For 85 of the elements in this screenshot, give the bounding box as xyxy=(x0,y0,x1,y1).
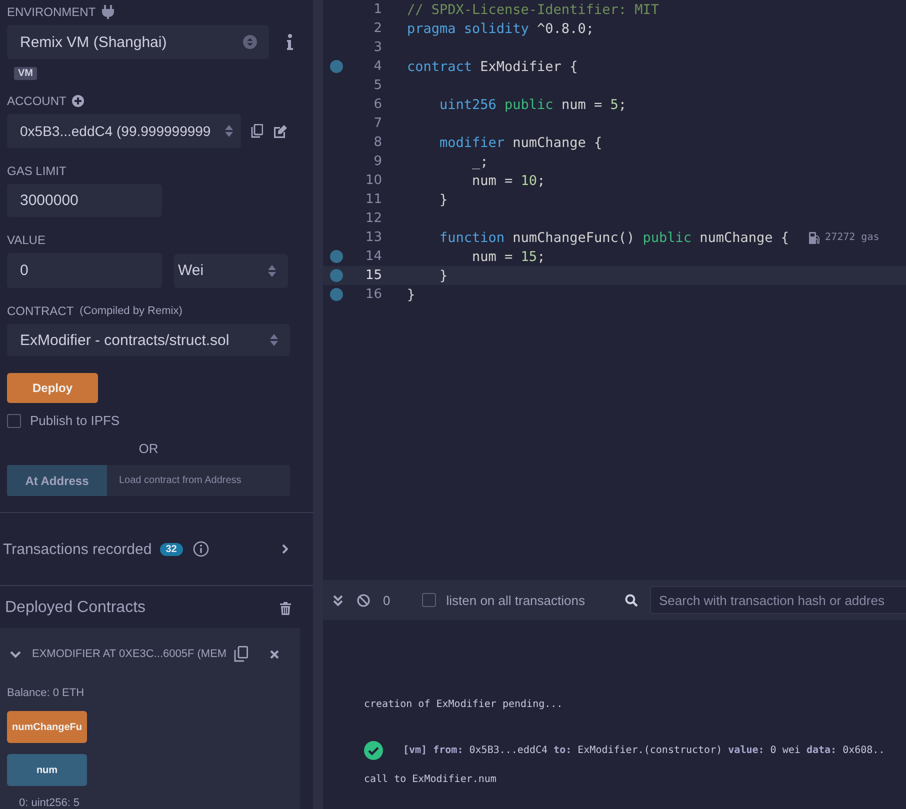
transaction-log[interactable]: [vm] from: 0x5B3...eddC4 to: ExModifier.(constructor) value: 0 wei data: 0x608.. xyxy=(403,745,885,756)
select-arrows-icon xyxy=(225,125,233,137)
log-message: creation of ExModifier pending... xyxy=(364,698,563,712)
code-line: _; xyxy=(471,154,488,170)
line-number: 1 xyxy=(372,2,382,17)
value-label: VALUE xyxy=(7,233,46,247)
count-badge: 32 xyxy=(160,542,183,556)
line-number: 8 xyxy=(372,135,382,150)
environment-select[interactable]: Remix VM (Shanghai) xyxy=(7,25,269,59)
code-line: num = 15; xyxy=(471,248,546,264)
line-number: 16 xyxy=(364,287,382,302)
code-line: modifier numChange { xyxy=(438,134,602,150)
line-number: 14 xyxy=(364,249,382,264)
code-line: pragma solidity ^0.8.0; xyxy=(407,20,594,36)
code-line: } xyxy=(438,268,448,284)
line-number: 7 xyxy=(372,116,382,131)
publish-checkbox[interactable] xyxy=(7,414,21,428)
info-circle-icon[interactable] xyxy=(192,541,209,558)
contract-label: CONTRACT xyxy=(7,304,74,318)
compiled-note: (Compiled by Remix) xyxy=(80,305,182,317)
select-arrows-icon xyxy=(270,334,278,346)
deployed-contracts-title: Deployed Contracts xyxy=(5,599,146,617)
gas-limit-field[interactable]: 3000000 xyxy=(7,184,162,217)
line-number: 9 xyxy=(372,154,382,169)
transactions-label: Transactions recorded xyxy=(3,540,152,558)
code-line: } xyxy=(438,192,448,208)
unit-select[interactable]: Wei xyxy=(174,254,288,288)
double-chevron-down-icon[interactable] xyxy=(333,594,343,606)
close-icon[interactable] xyxy=(270,650,279,658)
call-result: 0: uint256: 5 xyxy=(19,797,80,809)
edit-icon[interactable] xyxy=(273,124,287,138)
account-select[interactable]: 0x5B3...eddC4 (99.999999999 xyxy=(7,114,241,148)
line-number: 3 xyxy=(372,40,382,55)
code-line: function numChangeFunc() public numChange { xyxy=(438,230,790,246)
copy-icon[interactable] xyxy=(234,646,248,662)
gas-pump-icon xyxy=(809,232,820,244)
trash-icon[interactable] xyxy=(280,602,291,614)
or-text: OR xyxy=(138,441,158,456)
contract-select[interactable]: ExModifier - contracts/struct.sol xyxy=(7,324,290,356)
plug-icon xyxy=(102,5,114,19)
line-number: 15 xyxy=(364,268,382,283)
gas-estimate: 27272 gas xyxy=(825,232,880,243)
breakpoint-dot[interactable] xyxy=(330,288,343,301)
vm-badge: VM xyxy=(14,67,37,80)
function-button[interactable]: num xyxy=(7,754,87,786)
copy-icon[interactable] xyxy=(251,124,263,138)
breakpoint-dot[interactable] xyxy=(330,60,343,73)
breakpoint-dot[interactable] xyxy=(330,250,343,263)
plus-circle-icon[interactable] xyxy=(72,95,84,107)
log-message: call to ExModifier.num xyxy=(364,773,496,787)
listen-checkbox[interactable] xyxy=(422,593,436,607)
chevron-down-icon[interactable] xyxy=(10,650,21,658)
listen-label: listen on all transactions xyxy=(446,592,585,608)
line-number: 6 xyxy=(372,97,382,112)
line-number: 5 xyxy=(372,78,382,93)
instance-name[interactable]: EXMODIFIER AT 0XE3C...6005F (MEM xyxy=(32,648,234,660)
code-line: contract ExModifier { xyxy=(407,58,578,74)
line-number: 12 xyxy=(364,211,382,226)
balance-text: Balance: 0 ETH xyxy=(7,687,84,699)
search-field[interactable]: Search with transaction hash or addres xyxy=(650,586,906,614)
select-arrows-icon xyxy=(268,264,276,276)
account-label: ACCOUNT xyxy=(7,94,66,108)
code-line: } xyxy=(407,286,416,302)
line-number: 2 xyxy=(372,21,382,36)
line-number: 4 xyxy=(372,59,382,74)
select-arrows-icon xyxy=(243,35,257,49)
line-number: 10 xyxy=(364,173,382,188)
code-line: num = 10; xyxy=(471,172,546,188)
scrollbar[interactable] xyxy=(313,0,322,809)
breakpoint-dot[interactable] xyxy=(330,269,343,282)
publish-label: Publish to IPFS xyxy=(30,413,120,428)
at-address-button[interactable]: At Address xyxy=(7,465,107,496)
clear-icon[interactable] xyxy=(357,594,370,606)
line-number: 13 xyxy=(364,230,382,245)
gas-limit-label: GAS LIMIT xyxy=(7,164,66,178)
line-number: 11 xyxy=(364,192,382,207)
chevron-right-icon[interactable] xyxy=(282,544,288,554)
info-icon[interactable] xyxy=(287,34,293,50)
pending-count: 0 xyxy=(383,592,390,608)
code-line: uint256 public num = 5; xyxy=(438,96,626,112)
value-field[interactable]: 0 xyxy=(7,253,162,288)
address-field[interactable]: Load contract from Address xyxy=(107,465,290,496)
search-icon[interactable] xyxy=(624,594,638,606)
code-line: // SPDX-License-Identifier: MIT xyxy=(407,2,659,18)
environment-label: ENVIRONMENT xyxy=(7,5,96,19)
